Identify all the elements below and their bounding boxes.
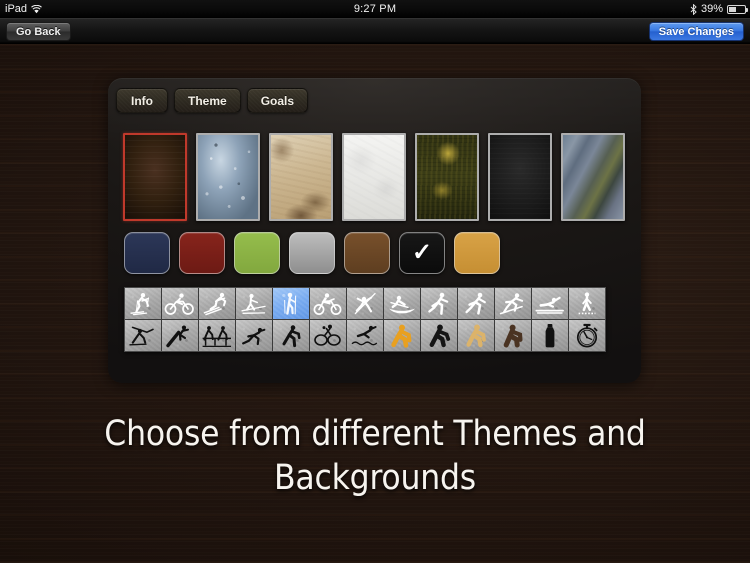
biathlon-icon [129, 326, 154, 345]
background-swatch-black-slate[interactable] [488, 133, 552, 221]
icon-cell-gymnastics[interactable] [347, 288, 383, 319]
icon-cell-hurdles[interactable] [199, 320, 235, 351]
icon-cell-snowboarding[interactable] [495, 288, 531, 319]
rowing-icon [389, 295, 415, 313]
background-swatch-water-droplets[interactable] [196, 133, 260, 221]
speed-skating-icon [242, 327, 266, 345]
icon-cell-cycling[interactable] [162, 288, 198, 319]
nav-toolbar: Go Back Save Changes [0, 18, 750, 44]
running-icon [428, 292, 449, 315]
baseball-icon [166, 325, 189, 347]
icon-cell-runner-orange[interactable] [384, 320, 420, 351]
status-bar: iPad 9:27 PM 39% [0, 0, 750, 18]
background-swatch-white-marble[interactable] [342, 133, 406, 221]
diving-icon [351, 325, 378, 345]
color-swatch-green[interactable] [234, 232, 280, 274]
tennis-icon [314, 324, 341, 346]
walking-icon [578, 291, 596, 314]
battery-percent-label: 39% [700, 3, 723, 15]
save-changes-button[interactable]: Save Changes [648, 22, 744, 41]
ski-walking-icon [241, 293, 266, 314]
icon-cell-water-bottle[interactable] [532, 320, 568, 351]
icon-cell-biathlon[interactable] [125, 320, 161, 351]
runner-gold-icon [466, 324, 486, 347]
runner-brown-icon [503, 324, 523, 347]
go-back-button[interactable]: Go Back [6, 22, 71, 41]
icon-cell-diving[interactable] [347, 320, 383, 351]
color-swatch-black[interactable]: ✓ [399, 232, 445, 274]
bluetooth-icon [690, 3, 697, 15]
icon-cell-runner-gold[interactable] [458, 320, 494, 351]
icon-cell-tennis[interactable] [310, 320, 346, 351]
icon-cell-running[interactable] [421, 288, 457, 319]
tagline-text: Choose from different Themes and Backgro… [104, 414, 646, 498]
tab-info[interactable]: Info [116, 88, 168, 113]
background-swatch-blue-green-blur[interactable] [561, 133, 625, 221]
icon-cell-ski-walking[interactable] [236, 288, 272, 319]
hurdles-icon [202, 325, 231, 347]
tab-theme[interactable]: Theme [174, 88, 241, 113]
icon-cell-hiking[interactable] [273, 288, 309, 319]
icon-cell-running-black[interactable] [273, 320, 309, 351]
status-bar-right: 39% [690, 0, 748, 18]
icon-cell-baseball[interactable] [162, 320, 198, 351]
icon-cell-runner-brown[interactable] [495, 320, 531, 351]
icon-cell-runner-black[interactable] [421, 320, 457, 351]
segmented-tabs: Info Theme Goals [116, 88, 309, 113]
battery-icon [727, 4, 748, 14]
theme-color-row: ✓ [124, 232, 500, 274]
icon-cell-sprinting[interactable] [458, 288, 494, 319]
background-swatch-olive-gold-grunge[interactable] [415, 133, 479, 221]
downhill-skiing-icon [203, 292, 227, 315]
color-swatch-navy[interactable] [124, 232, 170, 274]
runner-black-icon [429, 324, 451, 347]
clock-label: 9:27 PM [353, 3, 397, 15]
gymnastics-icon [354, 292, 376, 314]
icon-cell-cross-country-skiing[interactable] [125, 288, 161, 319]
icon-cell-speed-skating[interactable] [236, 320, 272, 351]
runner-orange-icon [391, 324, 412, 348]
icon-cell-stopwatch[interactable] [569, 320, 605, 351]
icon-cell-rowing[interactable] [384, 288, 420, 319]
icon-cell-mountain-biking[interactable] [310, 288, 346, 319]
snowboarding-icon [499, 292, 524, 314]
activity-icon-grid [124, 287, 606, 352]
icon-cell-walking[interactable] [569, 288, 605, 319]
stopwatch-icon [576, 323, 598, 347]
swimming-icon [535, 296, 564, 314]
theme-editor-panel: Info Theme Goals ✓ [108, 78, 641, 383]
water-bottle-icon [545, 323, 555, 347]
color-swatch-silver[interactable] [289, 232, 335, 274]
cycling-icon [164, 292, 194, 315]
tab-goals[interactable]: Goals [246, 88, 309, 113]
color-swatch-dark-red[interactable] [179, 232, 225, 274]
sprinting-icon [465, 292, 486, 315]
background-swatch-dark-wood[interactable] [123, 133, 187, 221]
icon-cell-downhill-skiing[interactable] [199, 288, 235, 319]
cross-country-skiing-icon [130, 292, 150, 315]
running-black-icon [282, 324, 301, 347]
color-swatch-brown[interactable] [344, 232, 390, 274]
background-texture-row [123, 133, 625, 221]
icon-cell-swimming[interactable] [532, 288, 568, 319]
color-swatch-gold[interactable] [454, 232, 500, 274]
selected-check-icon: ✓ [411, 239, 433, 266]
mountain-biking-icon [313, 292, 342, 315]
hiking-icon [284, 292, 297, 315]
background-swatch-beige-grunge[interactable] [269, 133, 333, 221]
